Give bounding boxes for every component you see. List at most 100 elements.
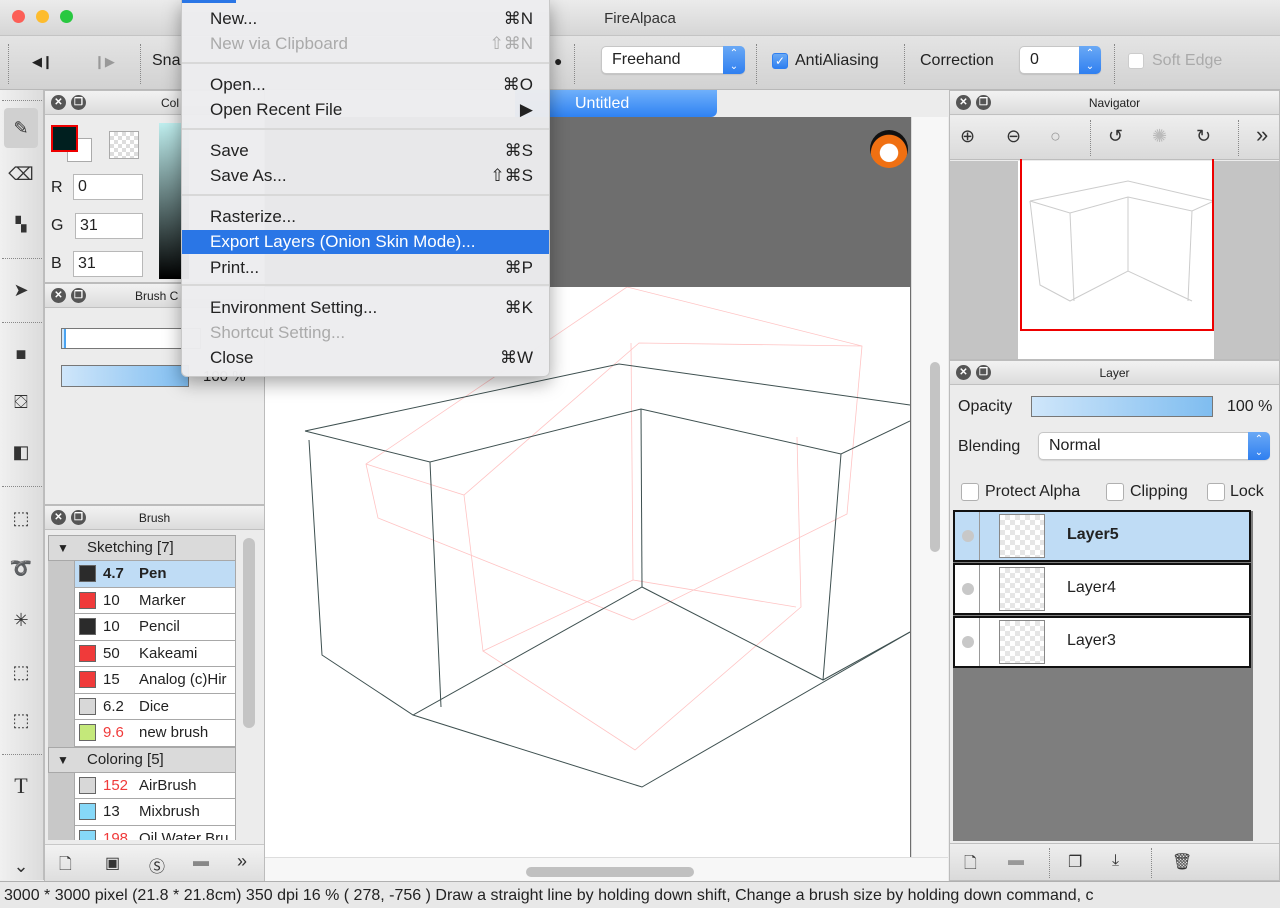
zoom-window-button[interactable]: [60, 10, 73, 23]
new-layer-icon[interactable]: 🗋: [964, 852, 977, 879]
brush-list-scrollbar[interactable]: [243, 538, 255, 728]
duplicate-layer-icon[interactable]: ❐: [1068, 852, 1082, 872]
more-icon[interactable]: »: [237, 851, 247, 872]
soft-edge-checkbox[interactable]: [1128, 53, 1144, 69]
protect-alpha-checkbox[interactable]: [961, 483, 979, 501]
stroke-mode-select[interactable]: Freehand ⌃ ⌄: [601, 46, 745, 74]
magic-wand-icon[interactable]: ✳: [4, 600, 38, 640]
layer-row[interactable]: Layer4: [953, 563, 1251, 615]
layer-row[interactable]: Layer5: [953, 510, 1251, 562]
more-tools-icon[interactable]: ⌄: [4, 846, 38, 886]
new-dot-brush-icon[interactable]: ▣: [105, 853, 120, 873]
close-window-button[interactable]: [12, 10, 25, 23]
undo-icon[interactable]: ◀❙: [32, 54, 53, 70]
redo-icon[interactable]: ❙▶: [94, 54, 115, 70]
zoom-in-icon[interactable]: ⊕: [960, 126, 975, 147]
brush-item[interactable]: 15 Analog (c)Hir: [74, 667, 236, 694]
move-tool-icon[interactable]: ➤: [4, 270, 38, 310]
delete-layer-icon[interactable]: 🗑: [1172, 852, 1192, 872]
close-panel-icon[interactable]: ✕: [51, 288, 66, 303]
vertical-scroll-thumb[interactable]: [930, 362, 940, 552]
new-folder-icon[interactable]: ▬: [1008, 852, 1024, 870]
zoom-out-icon[interactable]: ⊖: [1006, 126, 1021, 147]
horizontal-scroll-thumb[interactable]: [526, 867, 694, 877]
rotate-left-icon[interactable]: ↺: [1108, 126, 1123, 147]
menu-item[interactable]: Close ⌘W: [182, 346, 549, 370]
correction-select[interactable]: 0 ⌃ ⌄: [1019, 46, 1101, 74]
layer-opacity-slider[interactable]: [1031, 396, 1213, 417]
lock-checkbox[interactable]: [1207, 483, 1225, 501]
brush-item[interactable]: 6.2 Dice: [74, 693, 236, 720]
brush-opacity-slider[interactable]: [61, 365, 189, 387]
pen-tool-icon[interactable]: ✎: [4, 108, 38, 148]
float-panel-icon[interactable]: ❐: [71, 288, 86, 303]
menu-item[interactable]: Save ⌘S: [182, 139, 549, 163]
layer-row[interactable]: Layer3: [953, 616, 1251, 668]
float-panel-icon[interactable]: ❐: [976, 95, 991, 110]
horizontal-scrollbar[interactable]: [265, 857, 948, 881]
eraser-tool-icon[interactable]: ⌫: [4, 154, 38, 194]
select-pen-icon[interactable]: ⬚: [4, 652, 38, 692]
menu-item[interactable]: Environment Setting... ⌘K: [182, 296, 549, 320]
clipping-checkbox[interactable]: [1106, 483, 1124, 501]
r-field[interactable]: 0: [73, 174, 143, 200]
g-field[interactable]: 31: [75, 213, 143, 239]
close-panel-icon[interactable]: ✕: [51, 510, 66, 525]
brush-item[interactable]: 4.7 Pen: [74, 561, 236, 588]
float-panel-icon[interactable]: ❐: [71, 510, 86, 525]
brush-group-header[interactable]: ▼ Sketching [7]: [48, 535, 236, 561]
zoom-reset-icon[interactable]: ○: [1050, 126, 1061, 147]
menu-item[interactable]: Open... ⌘O: [182, 73, 549, 97]
lasso-tool-icon[interactable]: ➰: [4, 548, 38, 588]
new-script-brush-icon[interactable]: Ⓢ: [149, 853, 165, 877]
layer-visibility-toggle[interactable]: [962, 636, 974, 648]
select-tool-icon[interactable]: ⬚: [4, 498, 38, 538]
transparent-color-swatch[interactable]: [109, 131, 139, 159]
menu-item[interactable]: Print... ⌘P: [182, 256, 549, 280]
text-tool-icon[interactable]: T: [4, 766, 38, 806]
float-panel-icon[interactable]: ❐: [71, 95, 86, 110]
b-field[interactable]: 31: [73, 251, 143, 277]
rotate-reset-icon[interactable]: ✺: [1152, 126, 1167, 147]
more-icon[interactable]: »: [1256, 122, 1268, 148]
brush-item[interactable]: 10 Pencil: [74, 614, 236, 641]
brush-item[interactable]: 198 Oil Water Bru: [74, 825, 236, 840]
float-panel-icon[interactable]: ❐: [976, 365, 991, 380]
merge-down-icon[interactable]: ⤓: [1112, 852, 1119, 870]
layer-visibility-toggle[interactable]: [962, 530, 974, 542]
navigator-viewport-frame[interactable]: [1020, 159, 1214, 331]
blending-select[interactable]: Normal ⌃ ⌄: [1038, 432, 1270, 460]
folder-icon[interactable]: ▬: [193, 853, 209, 871]
antialiasing-checkbox[interactable]: ✓: [772, 53, 788, 69]
fill-rect-tool-icon[interactable]: ■: [4, 334, 38, 374]
dot-tool-icon[interactable]: ▚: [4, 204, 38, 244]
menu-item[interactable]: Export Layers (Onion Skin Mode)...: [182, 230, 549, 254]
brush-item[interactable]: 152 AirBrush: [74, 772, 236, 799]
menu-item[interactable]: Save As... ⇧⌘S: [182, 164, 549, 188]
disclosure-triangle-icon[interactable]: ▼: [57, 748, 69, 772]
close-panel-icon[interactable]: ✕: [956, 365, 971, 380]
layer-visibility-toggle[interactable]: [962, 583, 974, 595]
brush-item[interactable]: 50 Kakeami: [74, 640, 236, 667]
gradient-tool-icon[interactable]: ◧: [4, 432, 38, 472]
menu-item[interactable]: Rasterize...: [182, 205, 549, 229]
navigator-preview[interactable]: [950, 159, 1279, 359]
brush-size-slider[interactable]: [61, 328, 201, 349]
brush-item[interactable]: 10 Marker: [74, 587, 236, 614]
close-panel-icon[interactable]: ✕: [51, 95, 66, 110]
menu-item[interactable]: Open Recent File ▶: [182, 98, 549, 122]
brush-group-header[interactable]: ▼ Coloring [5]: [48, 746, 236, 773]
bucket-tool-icon[interactable]: ⛋: [4, 382, 38, 422]
snap-label[interactable]: Sna: [152, 52, 180, 70]
minimize-window-button[interactable]: [36, 10, 49, 23]
foreground-color-swatch[interactable]: [51, 125, 78, 152]
disclosure-triangle-icon[interactable]: ▼: [57, 536, 69, 560]
close-panel-icon[interactable]: ✕: [956, 95, 971, 110]
select-eraser-icon[interactable]: ⬚: [4, 700, 38, 740]
brush-item[interactable]: 13 Mixbrush: [74, 799, 236, 826]
rotate-right-icon[interactable]: ↻: [1196, 126, 1211, 147]
vertical-scrollbar[interactable]: [911, 117, 948, 857]
new-brush-icon[interactable]: 🗋: [59, 853, 72, 880]
brush-item[interactable]: 9.6 new brush: [74, 720, 236, 747]
menu-item[interactable]: New... ⌘N: [182, 7, 549, 31]
